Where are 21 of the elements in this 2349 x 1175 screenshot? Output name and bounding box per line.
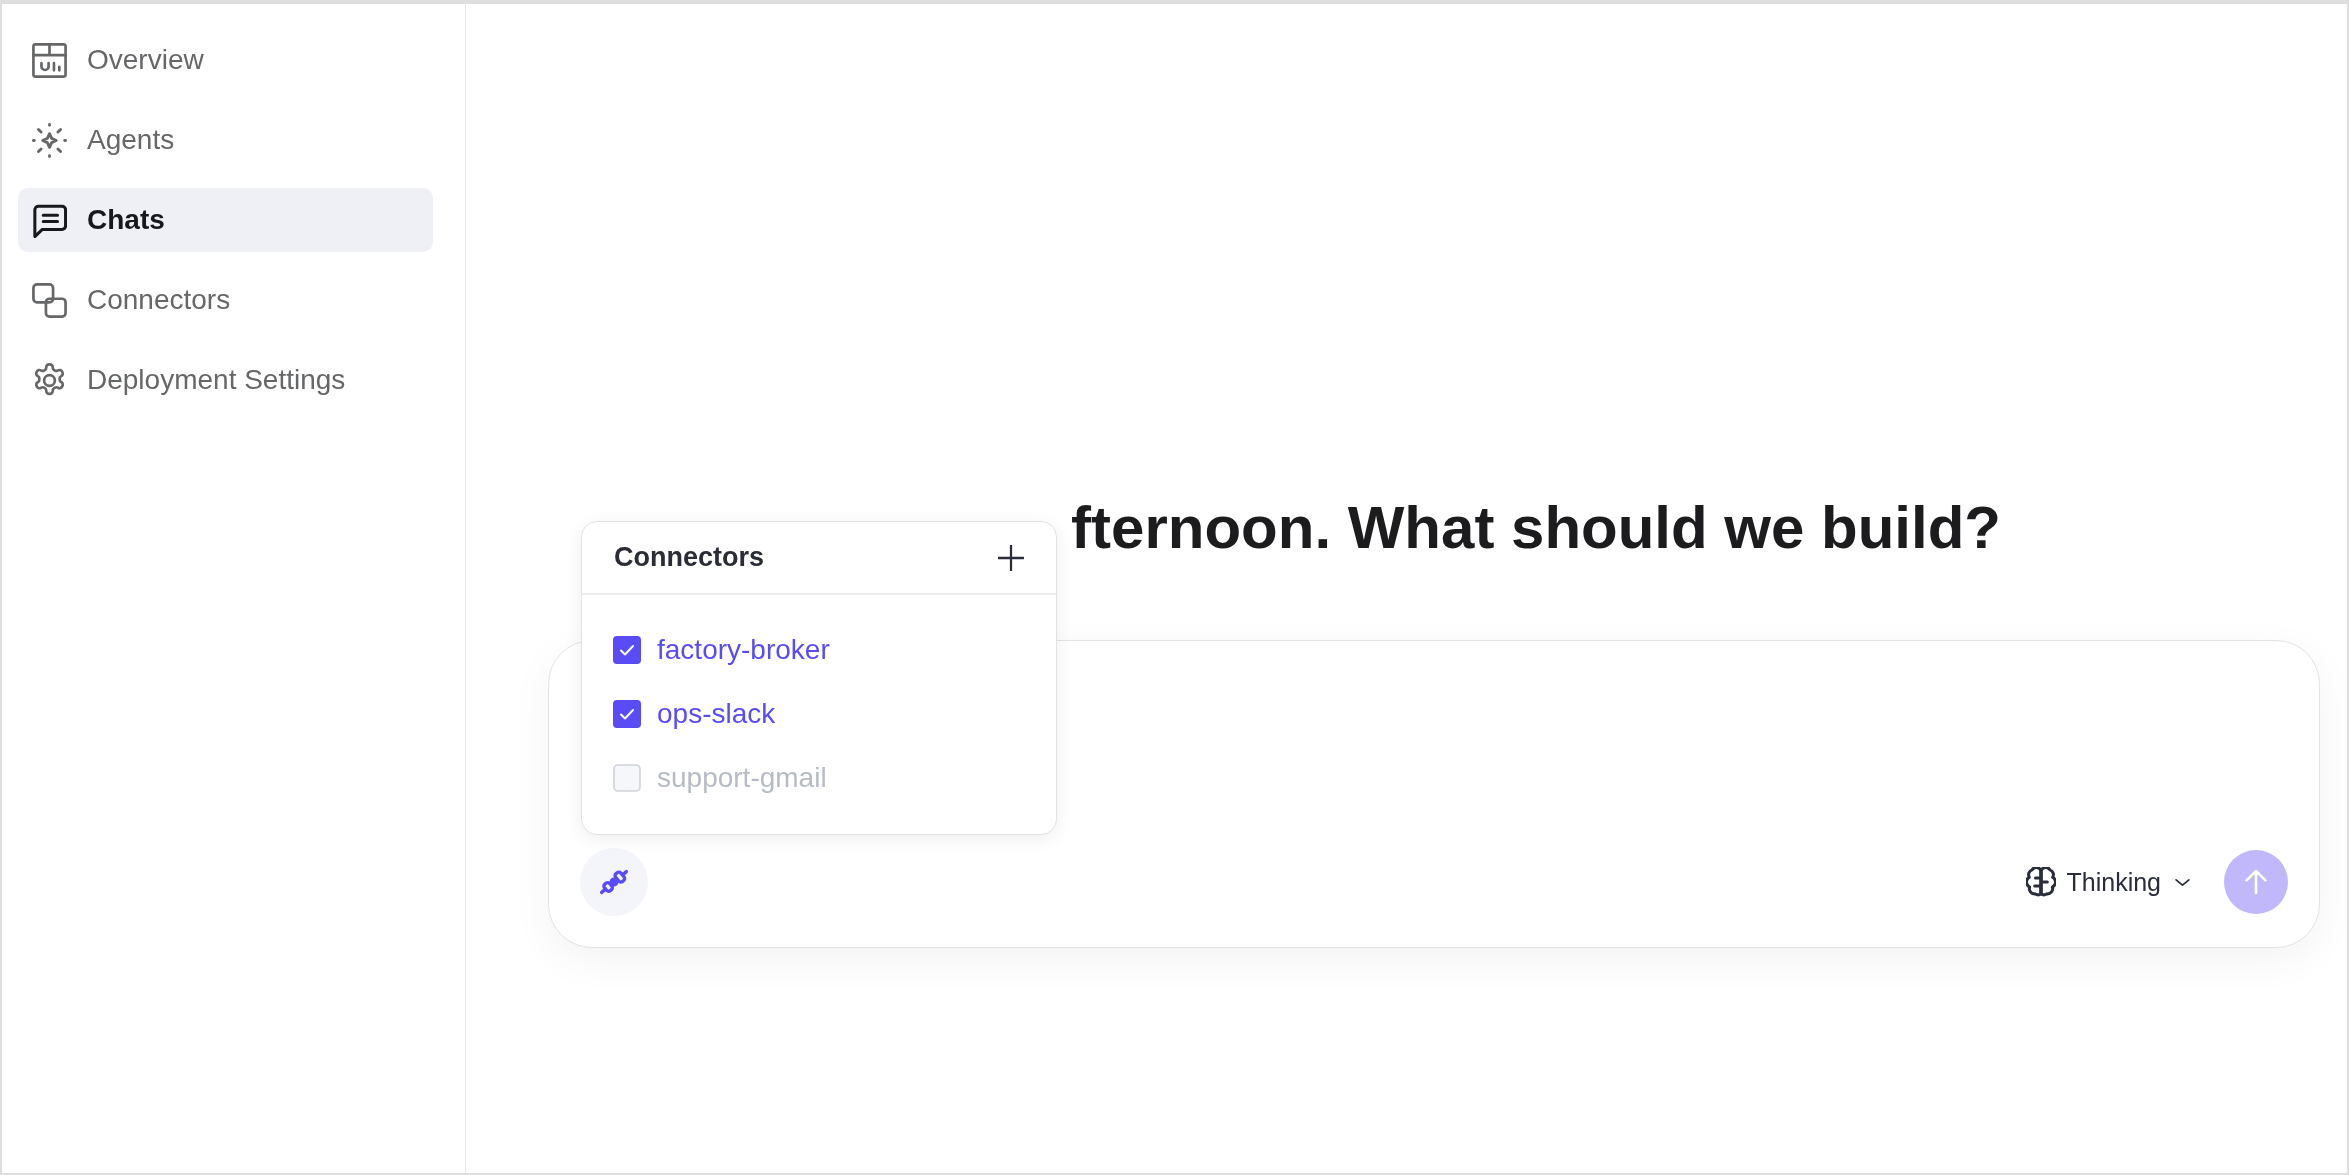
checkbox[interactable] [613,764,641,792]
checkbox[interactable] [613,700,641,728]
nav-item[interactable]: Connectors [18,268,433,332]
linked-squares-icon [32,282,67,318]
nav-item[interactable]: Overview [18,28,433,92]
sparkle-icon [32,122,67,158]
dashboard-icon [32,42,67,78]
chat-bubble-icon [32,202,67,238]
greeting-heading: fternoon. What should we build? [1071,493,2001,563]
nav-item[interactable]: Chats [18,188,433,252]
settings-icon [32,362,67,398]
model-dropdown[interactable]: Thinking [2025,867,2190,897]
nav-item[interactable]: Agents [18,108,433,172]
popover-title: Connectors [614,542,765,573]
checkbox[interactable] [613,636,641,664]
arrow-up-icon [2245,869,2267,895]
brain-icon [2025,867,2056,897]
plus-icon [998,544,1024,571]
connector-label[interactable]: ops-slack [657,698,776,730]
nav-item[interactable]: Deployment Settings [18,348,433,412]
chevron-down-icon [2175,877,2190,887]
